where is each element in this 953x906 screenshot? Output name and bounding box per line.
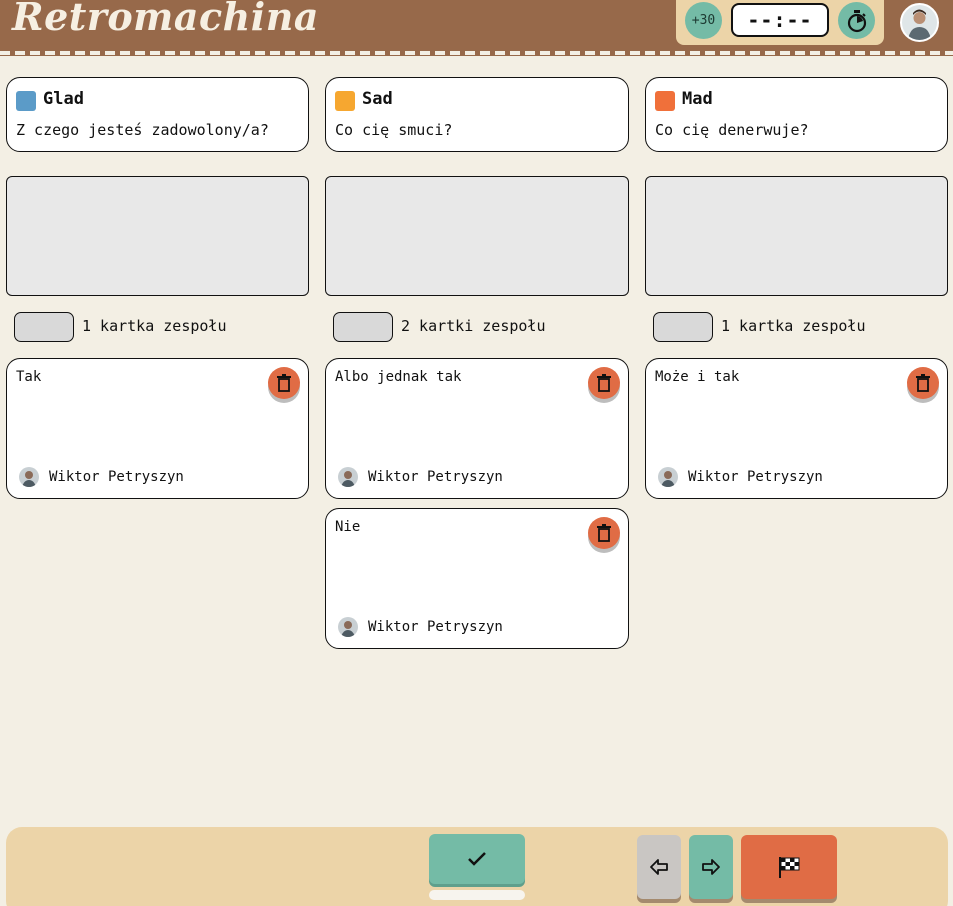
delete-card-button[interactable] [588, 367, 620, 399]
sad-card-input[interactable] [325, 176, 629, 296]
card-text: Albo jednak tak [335, 369, 462, 385]
card-author: Wiktor Petryszyn [338, 617, 503, 637]
header-divider [0, 51, 953, 55]
retro-card[interactable]: Nie Wiktor Petryszyn [325, 508, 629, 649]
author-avatar [338, 617, 358, 637]
app-logo: Retromachina [12, 0, 319, 39]
glad-color-swatch [16, 91, 36, 111]
mad-count-label: 1 kartka zespołu [721, 317, 866, 335]
trash-icon [597, 524, 611, 542]
author-name: Wiktor Petryszyn [368, 619, 503, 635]
trash-icon [277, 374, 291, 392]
card-text: Nie [335, 519, 361, 535]
author-avatar [338, 467, 358, 487]
delete-card-button[interactable] [907, 367, 939, 399]
trash-icon [597, 374, 611, 392]
card-author: Wiktor Petryszyn [19, 467, 184, 487]
sad-count-toggle[interactable] [333, 312, 393, 342]
next-step-button[interactable] [689, 835, 733, 899]
column-title: Mad [682, 89, 713, 109]
column-prompt: Z czego jesteś zadowolony/a? [16, 121, 269, 139]
column-title: Glad [43, 89, 84, 109]
mad-count-toggle[interactable] [653, 312, 713, 342]
author-avatar [658, 467, 678, 487]
sad-count-label: 2 kartki zespołu [401, 317, 546, 335]
add-30-seconds-button[interactable]: +30 [685, 2, 722, 39]
author-avatar [19, 467, 39, 487]
author-name: Wiktor Petryszyn [49, 469, 184, 485]
stopwatch-icon [847, 9, 866, 32]
ready-button[interactable] [429, 834, 525, 884]
author-name: Wiktor Petryszyn [688, 469, 823, 485]
column-header-glad: Glad Z czego jesteś zadowolony/a? [6, 77, 309, 152]
trash-icon [916, 374, 930, 392]
user-avatar[interactable] [900, 3, 939, 42]
mad-card-input[interactable] [645, 176, 948, 296]
previous-step-button[interactable] [637, 835, 681, 899]
avatar-photo [902, 5, 937, 40]
mad-color-swatch [655, 91, 675, 111]
glad-card-input[interactable] [6, 176, 309, 296]
retro-card[interactable]: Może i tak Wiktor Petryszyn [645, 358, 948, 499]
finish-retro-button[interactable] [741, 835, 837, 899]
column-header-sad: Sad Co cię smuci? [325, 77, 629, 152]
arrow-left-icon [650, 859, 668, 875]
card-author: Wiktor Petryszyn [338, 467, 503, 487]
column-prompt: Co cię smuci? [335, 121, 453, 139]
card-text: Tak [16, 369, 42, 385]
column-prompt: Co cię denerwuje? [655, 121, 809, 139]
checkered-flag-icon [779, 857, 800, 878]
retro-card[interactable]: Tak Wiktor Petryszyn [6, 358, 309, 499]
author-name: Wiktor Petryszyn [368, 469, 503, 485]
card-author: Wiktor Petryszyn [658, 467, 823, 487]
ready-progress-bar [429, 890, 525, 900]
glad-count-toggle[interactable] [14, 312, 74, 342]
glad-count-label: 1 kartka zespołu [82, 317, 227, 335]
column-header-mad: Mad Co cię denerwuje? [645, 77, 948, 152]
retro-card[interactable]: Albo jednak tak Wiktor Petryszyn [325, 358, 629, 499]
sad-color-swatch [335, 91, 355, 111]
delete-card-button[interactable] [588, 517, 620, 549]
card-text: Może i tak [655, 369, 740, 385]
delete-card-button[interactable] [268, 367, 300, 399]
stopwatch-button[interactable] [838, 2, 875, 39]
arrow-right-icon [702, 859, 720, 875]
checkmark-icon [468, 852, 486, 866]
timer-display: --:-- [731, 3, 829, 37]
column-title: Sad [362, 89, 393, 109]
